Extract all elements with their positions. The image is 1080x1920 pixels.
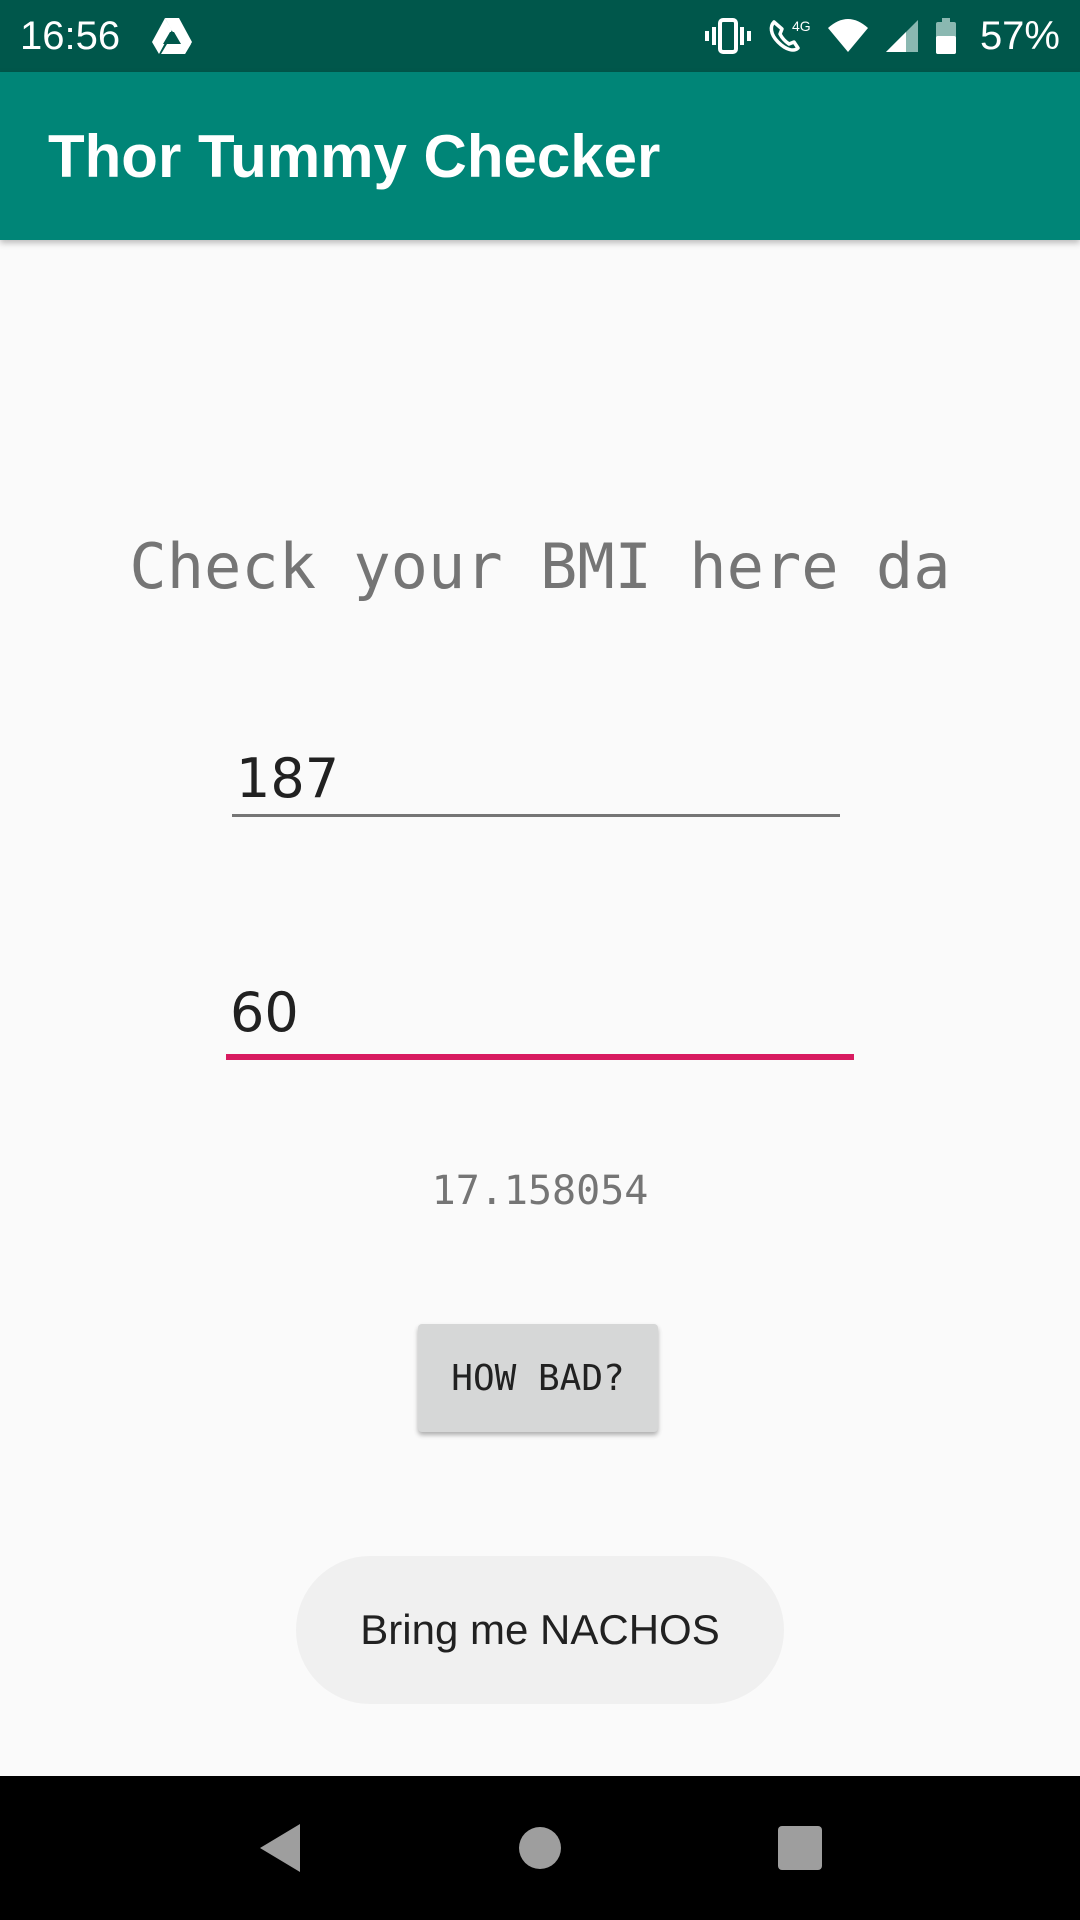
status-right: 4G 57% [704, 14, 1060, 59]
bring-nachos-button[interactable]: Bring me NACHOS [296, 1556, 784, 1704]
home-button[interactable] [500, 1808, 580, 1888]
battery-icon [934, 16, 958, 56]
weight-input[interactable] [226, 972, 854, 1052]
back-icon [256, 1822, 304, 1874]
battery-percent: 57% [979, 13, 1060, 58]
wifi-icon [826, 16, 870, 56]
how-bad-button[interactable]: HOW BAD? [418, 1324, 658, 1432]
app-title: Thor Tummy Checker [48, 122, 661, 190]
recents-icon [777, 1825, 823, 1871]
height-input-underline [232, 814, 840, 817]
back-button[interactable] [240, 1808, 320, 1888]
height-input[interactable] [232, 738, 840, 818]
weight-input-underline [226, 1054, 854, 1060]
wifi-calling-4g-icon: 4G [766, 16, 812, 56]
status-time: 16:56 [20, 13, 121, 58]
home-icon [518, 1826, 562, 1870]
page-heading: Check your BMI here da [129, 530, 951, 603]
drive-icon [150, 16, 194, 56]
bmi-result: 17.158054 [431, 1168, 649, 1214]
navigation-bar [0, 1776, 1080, 1920]
status-left: 16:56 [20, 14, 194, 59]
recents-button[interactable] [760, 1808, 840, 1888]
screen: 16:56 4G 57% Thor Tummy Checker Check yo… [0, 0, 1080, 1920]
network-badge: 4G [792, 18, 811, 34]
app-bar: Thor Tummy Checker [0, 72, 1080, 240]
vibrate-icon [704, 16, 752, 56]
status-bar: 16:56 4G 57% [0, 0, 1080, 72]
signal-icon [884, 16, 920, 56]
